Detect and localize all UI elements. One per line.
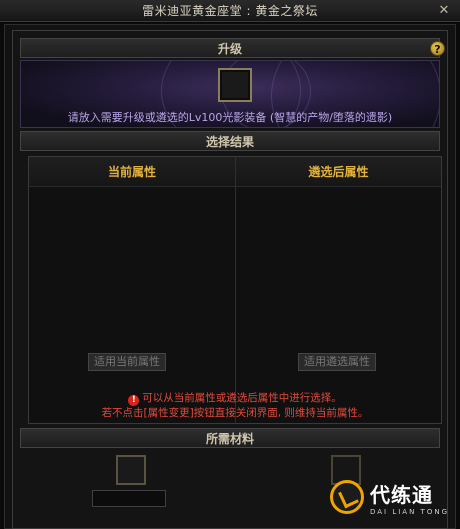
upgrade-header: 升级 — [20, 38, 440, 58]
apply-selected-button[interactable]: 适用遴选属性 — [298, 353, 376, 371]
materials-header-label: 所需材料 — [205, 431, 254, 446]
warning-message: ! 可以从当前属性或遴选后属性中进行选择。 若不点击[属性变更]按钮直接关闭界面,… — [28, 391, 442, 420]
exclamation-icon: ! — [128, 395, 140, 406]
watermark-text: 代练通 — [370, 482, 433, 507]
window-titlebar: 雷米迪亚黄金座堂 : 黄金之祭坛 ✕ — [0, 0, 460, 22]
question-icon[interactable]: ? — [430, 41, 445, 56]
watermark-logo-icon — [330, 480, 364, 514]
window-title: 雷米迪亚黄金座堂 : 黄金之祭坛 — [142, 4, 318, 18]
close-icon[interactable]: ✕ — [436, 3, 452, 19]
selected-attributes-column: 遴选后属性 — [236, 157, 441, 423]
material-slot[interactable] — [116, 455, 146, 485]
warning-line-1: ! 可以从当前属性或遴选后属性中进行选择。 — [28, 391, 442, 406]
current-attributes-column: 当前属性 — [29, 157, 236, 423]
material-count-box — [92, 490, 166, 507]
selection-result-area: 当前属性 遴选后属性 — [28, 156, 442, 424]
selected-attributes-title: 遴选后属性 — [236, 157, 441, 187]
selection-header-label: 选择结果 — [205, 134, 254, 149]
warning-line-2: 若不点击[属性变更]按钮直接关闭界面, 则维持当前属性。 — [101, 407, 369, 419]
selection-header: 选择结果 — [20, 131, 440, 151]
equipment-slot[interactable] — [218, 68, 252, 102]
materials-header: 所需材料 — [20, 428, 440, 448]
upgrade-header-label: 升级 — [217, 41, 242, 56]
upgrade-hint: 请放入需要升级或遴选的Lv100光影装备 (智慧的产物/堕落的遗影) — [67, 111, 393, 124]
watermark: 代练通 DAI LIAN TONG — [330, 468, 458, 526]
watermark-subtext: DAI LIAN TONG — [370, 507, 450, 516]
apply-current-button[interactable]: 适用当前属性 — [88, 353, 166, 371]
current-attributes-title: 当前属性 — [29, 157, 235, 187]
